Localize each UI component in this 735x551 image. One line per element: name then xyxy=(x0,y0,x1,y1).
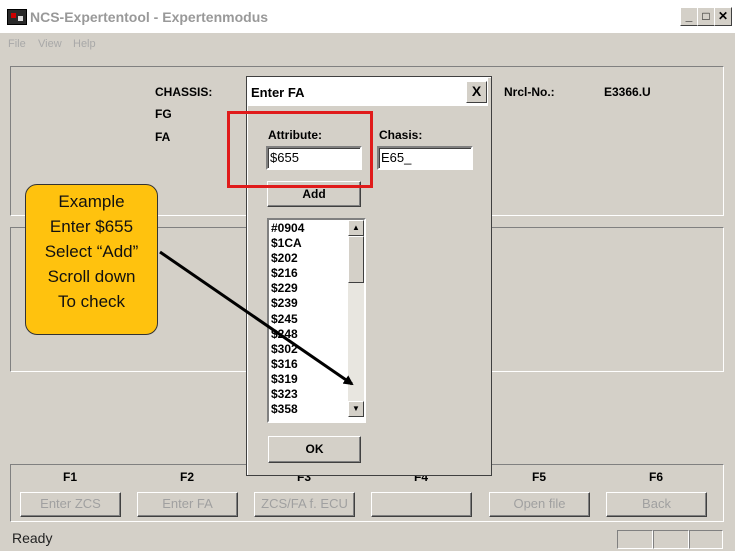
callout-arrow xyxy=(159,250,354,386)
